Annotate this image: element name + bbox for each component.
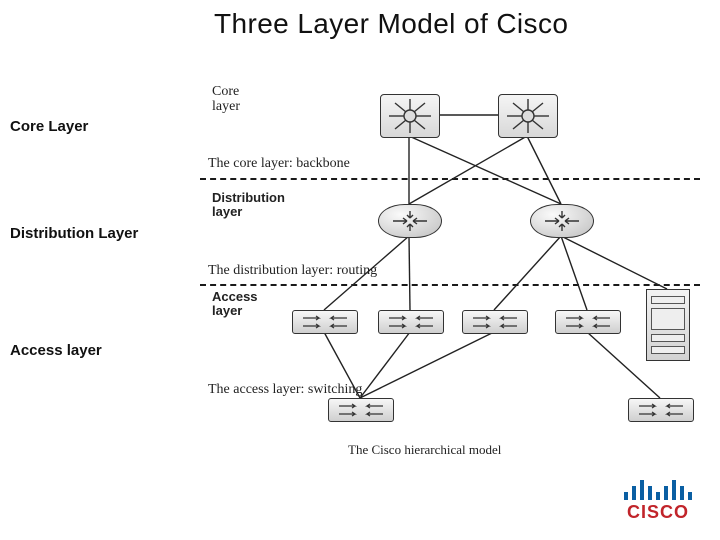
switch-icon (292, 310, 358, 334)
cisco-bridge-icon (612, 476, 704, 500)
switch-icon (555, 310, 621, 334)
page-title: Three Layer Model of Cisco (214, 8, 568, 40)
slide: Core Layer Distribution Layer Access lay… (0, 0, 720, 540)
router-icon (378, 204, 442, 238)
sidebar: Core Layer Distribution Layer Access lay… (0, 0, 190, 540)
cisco-logo-text: CISCO (612, 502, 704, 523)
switch-icon (462, 310, 528, 334)
server-icon (646, 289, 690, 361)
diagram: Core layer Distribution layer Access lay… (200, 84, 700, 464)
switch-icon (628, 398, 694, 422)
cisco-logo: CISCO (612, 476, 704, 524)
core-switch-icon (380, 94, 440, 138)
sidebar-label-access: Access layer (10, 342, 102, 359)
sidebar-label-core: Core Layer (10, 118, 88, 135)
router-icon (530, 204, 594, 238)
switch-icon (378, 310, 444, 334)
sidebar-label-distribution: Distribution Layer (10, 225, 138, 242)
wires (200, 84, 700, 464)
switch-icon (328, 398, 394, 422)
core-switch-icon (498, 94, 558, 138)
figure-caption: The Cisco hierarchical model (348, 442, 501, 458)
